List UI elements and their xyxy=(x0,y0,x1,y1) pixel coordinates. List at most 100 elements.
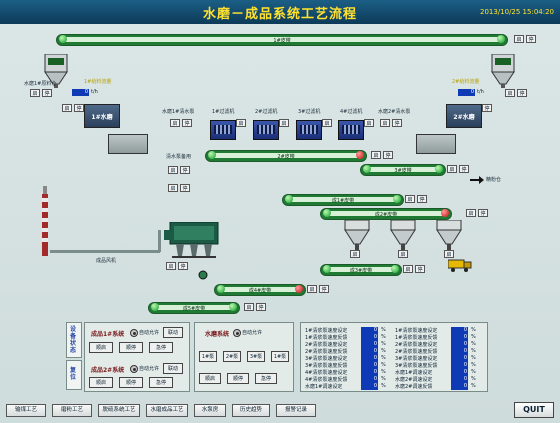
silo-left-label: 水磨1#原料仓 xyxy=(24,81,57,87)
conveyor-4-stop-button[interactable]: 停 xyxy=(417,195,427,203)
mill-2[interactable]: 2#水磨 xyxy=(446,104,482,128)
conveyor-8-start-button[interactable]: 启 xyxy=(244,303,254,311)
nav-pump-room[interactable]: 水泵房 xyxy=(194,404,226,417)
conveyor-7-stop-button[interactable]: 停 xyxy=(319,285,329,293)
sys1-smooth-stop-button[interactable]: 顺停 xyxy=(119,342,143,353)
pump-mid2-stop-button[interactable]: 停 xyxy=(180,184,190,192)
conveyor-5-stop-button[interactable]: 停 xyxy=(478,209,488,217)
conveyor-1-stop-button[interactable]: 停 xyxy=(526,35,536,43)
speed-label: 水磨1#调速设定 xyxy=(305,384,343,390)
speed-label: 3#清浆泵速度设定 xyxy=(395,356,438,362)
nav-history-trend[interactable]: 历史趋势 xyxy=(232,404,270,417)
speed-label: 2#清浆泵速度反馈 xyxy=(305,349,348,355)
mill2-feed-stop-button[interactable]: 停 xyxy=(482,104,492,112)
sys2-link-button[interactable]: 联动 xyxy=(163,363,183,374)
conveyor-6-start-button[interactable]: 启 xyxy=(403,265,413,273)
nav-desulf[interactable]: 脱硫系统工艺 xyxy=(98,404,140,417)
conveyor-7-start-button[interactable]: 启 xyxy=(307,285,317,293)
nav-coal[interactable]: 输煤工艺 xyxy=(6,404,46,417)
tab-device-status[interactable]: 设备状态 xyxy=(66,322,82,358)
filter-2[interactable] xyxy=(253,120,279,140)
sys1-smooth-start-button[interactable]: 顺启 xyxy=(89,342,113,353)
conveyor-7[interactable]: 成4#皮带 xyxy=(214,284,306,296)
mill-smooth-stop-button[interactable]: 顺停 xyxy=(227,373,249,384)
product-silo-2-icon xyxy=(390,220,416,250)
quit-button[interactable]: QUIT xyxy=(514,402,554,418)
silo-left-stop-button[interactable]: 停 xyxy=(42,89,52,97)
conveyor-3-start-button[interactable]: 启 xyxy=(447,165,457,173)
speed-label: 水磨2#调速反馈 xyxy=(395,384,433,390)
pump-left-stop-button[interactable]: 停 xyxy=(182,119,192,127)
mill1-feed-stop-button[interactable]: 停 xyxy=(74,104,84,112)
sys1-link-button[interactable]: 联动 xyxy=(163,327,183,338)
conveyor-2-stop-button[interactable]: 停 xyxy=(383,151,393,159)
conveyor-6-stop-button[interactable]: 停 xyxy=(415,265,425,273)
sys2-smooth-start-button[interactable]: 顺启 xyxy=(89,377,113,388)
pump-mid2-start-button[interactable]: 启 xyxy=(168,184,178,192)
silo-right-stop-button[interactable]: 停 xyxy=(517,89,527,97)
conveyor-4[interactable]: 成1#皮带 xyxy=(282,194,404,206)
conveyor-4-start-button[interactable]: 启 xyxy=(405,195,415,203)
silo-left-start-button[interactable]: 启 xyxy=(30,89,40,97)
conveyor-2-start-button[interactable]: 启 xyxy=(371,151,381,159)
sys2-auto-radio[interactable] xyxy=(130,365,138,373)
feed-right-label: 2#给料流量 xyxy=(452,79,480,85)
filter-3-start-button[interactable]: 启 xyxy=(322,119,332,127)
sys1-emergency-button[interactable]: 急停 xyxy=(149,342,173,353)
conveyor-8-stop-button[interactable]: 停 xyxy=(256,303,266,311)
filter-4[interactable] xyxy=(338,120,364,140)
conveyor-3-stop-button[interactable]: 停 xyxy=(459,165,469,173)
silo-p1-start-button[interactable]: 启 xyxy=(350,250,360,258)
scada-window: { "header":{"title":"水磨－成品系统工艺流程","datet… xyxy=(0,0,560,423)
speed-unit: % xyxy=(471,383,476,389)
filter-3[interactable] xyxy=(296,120,322,140)
pump-mid-start-button[interactable]: 启 xyxy=(168,166,178,174)
filter-1[interactable] xyxy=(210,120,236,140)
speed-unit: % xyxy=(381,341,386,347)
speed-unit: % xyxy=(381,348,386,354)
pump-left-start-button[interactable]: 启 xyxy=(170,119,180,127)
pump-right-start-button[interactable]: 启 xyxy=(380,119,390,127)
collector-stop-button[interactable]: 停 xyxy=(178,262,188,270)
feed-left-label: 1#给料流量 xyxy=(84,79,112,85)
conveyor-6[interactable]: 成3#皮带 xyxy=(320,264,402,276)
pump-right-stop-button[interactable]: 停 xyxy=(392,119,402,127)
silo-right-start-button[interactable]: 启 xyxy=(505,89,515,97)
nav-grind[interactable]: 磨粉工艺 xyxy=(52,404,92,417)
mill-emergency-button[interactable]: 急停 xyxy=(255,373,277,384)
feed-left-readout: 0 t/h xyxy=(72,89,112,97)
conveyor-1-start-button[interactable]: 启 xyxy=(514,35,524,43)
conveyor-5-start-button[interactable]: 启 xyxy=(466,209,476,217)
speed-unit: % xyxy=(471,362,476,368)
filter-4-start-button[interactable]: 启 xyxy=(364,119,374,127)
pump-mid-stop-button[interactable]: 停 xyxy=(180,166,190,174)
conveyor-1[interactable]: 1#皮带 xyxy=(56,34,508,46)
pump-3-button[interactable]: 3#泵 xyxy=(247,351,265,362)
speed-row: 水磨1#调速设定 0% xyxy=(305,383,395,391)
nav-alarm-log[interactable]: 报警记录 xyxy=(276,404,316,417)
speed-unit: % xyxy=(471,341,476,347)
conveyor-8[interactable]: 成5#皮带 xyxy=(148,302,240,314)
mill-1[interactable]: 1#水磨 xyxy=(84,104,120,128)
pump-2-button[interactable]: 2#泵 xyxy=(223,351,241,362)
mill1-feed-start-button[interactable]: 启 xyxy=(62,104,72,112)
nav-mill-product[interactable]: 水磨成品工艺 xyxy=(146,404,188,417)
conveyor-3[interactable]: 3#皮带 xyxy=(360,164,446,176)
mill-auto-radio[interactable] xyxy=(233,329,241,337)
collector-start-button[interactable]: 启 xyxy=(166,262,176,270)
filter-2-start-button[interactable]: 启 xyxy=(279,119,289,127)
mill-smooth-start-button[interactable]: 顺启 xyxy=(199,373,221,384)
conveyor-2[interactable]: 2#皮带 xyxy=(205,150,367,162)
sys2-smooth-stop-button[interactable]: 顺停 xyxy=(119,377,143,388)
silo-p3-start-button[interactable]: 启 xyxy=(444,250,454,258)
product-silo-1-icon xyxy=(344,220,370,250)
speed-label: 2#清浆泵速度设定 xyxy=(305,342,348,348)
pump-1-button[interactable]: 1#泵 xyxy=(199,351,217,362)
sys2-emergency-button[interactable]: 急停 xyxy=(149,377,173,388)
conveyor-5[interactable]: 成2#皮带 xyxy=(320,208,452,220)
filter-1-start-button[interactable]: 启 xyxy=(236,119,246,127)
tab-reset[interactable]: 复位 xyxy=(66,360,82,390)
sys1-auto-radio[interactable] xyxy=(130,329,138,337)
silo-p2-start-button[interactable]: 启 xyxy=(398,250,408,258)
pump-4-button[interactable]: 1#泵 xyxy=(271,351,289,362)
